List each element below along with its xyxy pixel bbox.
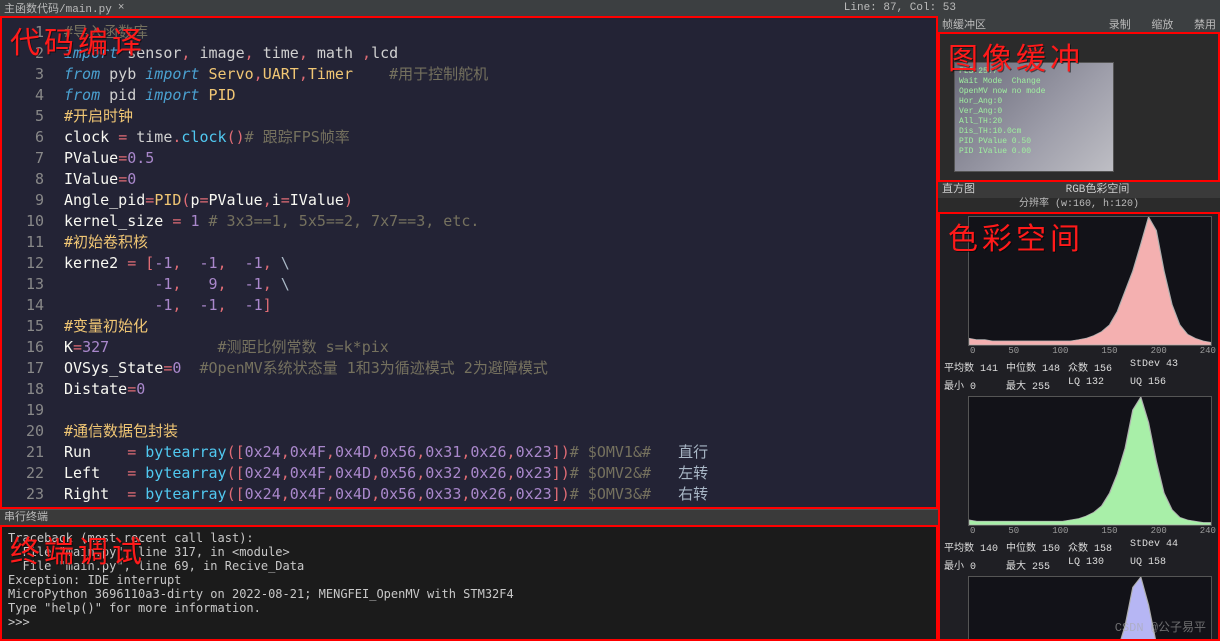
right-toolbar: 帧缓冲区 录制 缩放 禁用: [938, 16, 1220, 32]
title-bar: 主函数代码/main.py × Line: 87, Col: 53: [0, 0, 1220, 16]
resolution-label: 分辨率 (w:160, h:120): [938, 198, 1220, 212]
serial-console-panel: 终端调试 Traceback (most recent call last): …: [0, 525, 938, 641]
code-editor[interactable]: #导入函数库 import sensor, image, time, math …: [58, 18, 714, 507]
disable-button[interactable]: 禁用: [1194, 20, 1216, 32]
code-editor-panel: 代码编译 12345678910111213141516171819202122…: [0, 16, 938, 509]
file-tab[interactable]: 主函数代码/main.py: [4, 0, 112, 16]
close-tab-icon[interactable]: ×: [118, 2, 125, 14]
histogram-stats: 平均数 140中位数 150众数 158StDev 44: [940, 538, 1218, 556]
histogram-stats: 平均数 141中位数 148众数 156StDev 43: [940, 358, 1218, 376]
zoom-button[interactable]: 缩放: [1151, 20, 1173, 32]
histogram-r: [968, 216, 1212, 346]
histogram-g: [968, 396, 1212, 526]
line-number-gutter: 1234567891011121314151617181920212223: [2, 18, 58, 507]
histogram-xticks: 050100150200240: [968, 346, 1218, 358]
console-title: 串行终端: [0, 509, 938, 525]
histogram-label: 直方图: [942, 182, 975, 198]
histogram-stats: 最小 0最大 255LQ 132UQ 156: [940, 376, 1218, 394]
watermark: CSDN @公子易平: [1115, 618, 1206, 635]
colorspace-dropdown[interactable]: RGB色彩空间: [1066, 182, 1130, 198]
record-button[interactable]: 录制: [1109, 20, 1131, 32]
image-buffer-panel: 图像缓冲 FLS:25.7 Wait Mode Change OpenMV no…: [938, 32, 1220, 182]
framebuffer-label: 帧缓冲区: [942, 16, 986, 32]
histogram-stats: 最小 0最大 255LQ 130UQ 158: [940, 556, 1218, 574]
histogram-panel: 色彩空间 050100150200240平均数 141中位数 148众数 156…: [938, 212, 1220, 641]
cursor-position: Line: 87, Col: 53: [844, 2, 956, 14]
histogram-xticks: 050100150200240: [968, 526, 1218, 538]
camera-preview[interactable]: FLS:25.7 Wait Mode Change OpenMV now no …: [954, 62, 1114, 172]
serial-console[interactable]: Traceback (most recent call last): File …: [2, 527, 936, 633]
histogram-title-bar: 直方图 RGB色彩空间: [938, 182, 1220, 198]
